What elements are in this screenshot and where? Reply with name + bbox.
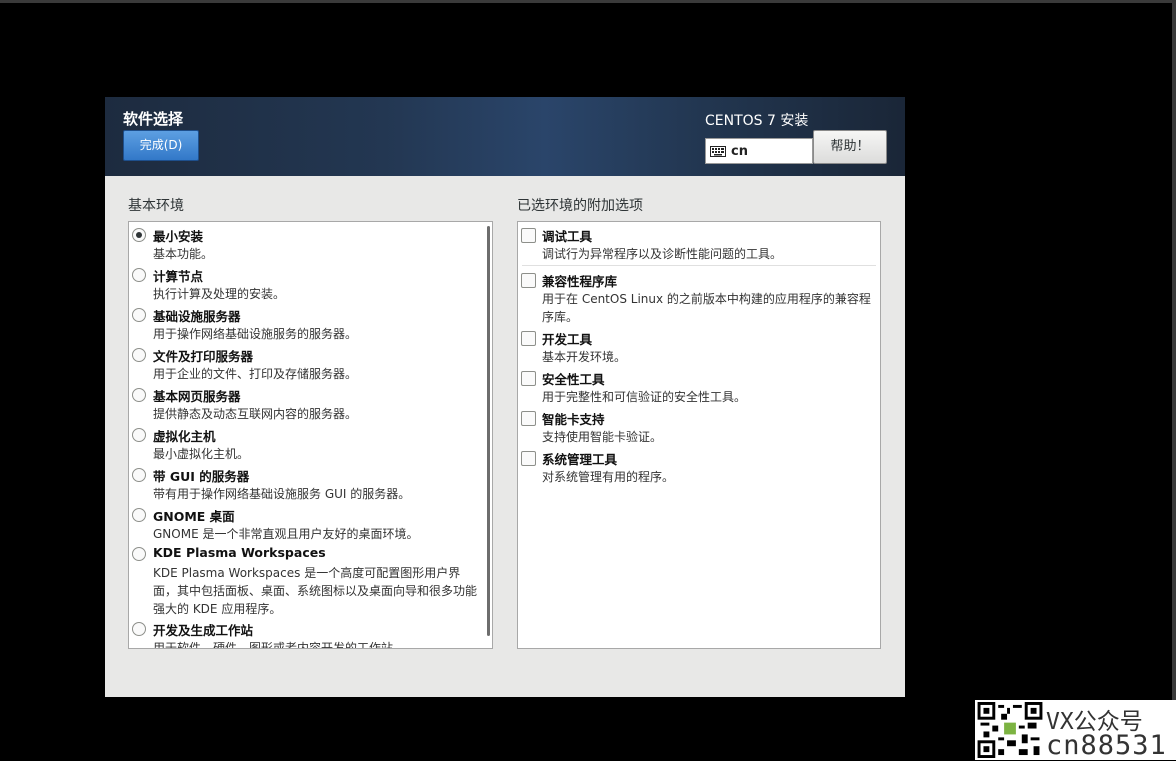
addon-item-name: 智能卡支持 — [542, 412, 605, 427]
screen-border-top — [0, 0, 1176, 3]
software-selection-window: 软件选择 完成(D) CENTOS 7 安装 cn 帮助！ 基本环境 最小安装 … — [105, 97, 905, 697]
addon-item-security-tools[interactable]: 安全性工具 用于完整性和可信验证的安全性工具。 — [518, 369, 878, 409]
addon-item-desc: 基本开发环境。 — [542, 350, 627, 364]
env-item-desc: GNOME 是一个非常直观且用户友好的桌面环境。 — [153, 527, 419, 541]
addon-item-desc: 调试行为异常程序以及诊断性能问题的工具。 — [542, 247, 783, 261]
env-item-desc: 用于软件、硬件、图形或者内容开发的工作站。 — [153, 641, 406, 649]
env-item-name: KDE Plasma Workspaces — [153, 545, 326, 560]
addon-item-compat-libraries[interactable]: 兼容性程序库 用于在 CentOS Linux 的之前版本中构建的应用程序的兼容… — [518, 271, 878, 327]
addon-item-smart-card[interactable]: 智能卡支持 支持使用智能卡验证。 — [518, 409, 878, 449]
radio-button[interactable] — [132, 468, 146, 482]
addon-item-dev-tools[interactable]: 开发工具 基本开发环境。 — [518, 329, 878, 369]
env-item-name: 带 GUI 的服务器 — [153, 469, 250, 484]
addon-item-name: 安全性工具 — [542, 372, 605, 387]
addon-item-desc: 支持使用智能卡验证。 — [542, 430, 663, 444]
env-item-name: 开发及生成工作站 — [153, 623, 254, 638]
env-item-desc: 用于操作网络基础设施服务的服务器。 — [153, 327, 358, 341]
addons-title: 已选环境的附加选项 — [517, 198, 643, 214]
radio-button[interactable] — [132, 348, 146, 362]
radio-button[interactable] — [132, 268, 146, 282]
addon-item-name: 兼容性程序库 — [542, 274, 618, 289]
base-environment-title: 基本环境 — [128, 198, 184, 214]
keyboard-icon — [710, 145, 726, 157]
env-item-web-server[interactable]: 基本网页服务器 提供静态及动态互联网内容的服务器。 — [129, 386, 484, 426]
screen-border-right — [1172, 0, 1176, 700]
help-button[interactable]: 帮助！ — [813, 130, 887, 164]
env-item-name: 文件及打印服务器 — [153, 349, 254, 364]
radio-button[interactable] — [132, 308, 146, 322]
env-item-desc: KDE Plasma Workspaces 是一个高度可配置图形用户界面，其中包… — [153, 566, 478, 616]
header-bar: 软件选择 完成(D) CENTOS 7 安装 cn 帮助！ — [105, 97, 905, 176]
env-item-name: 虚拟化主机 — [153, 429, 216, 444]
watermark-line2: cn88531 — [1046, 730, 1167, 761]
env-item-desc: 最小虚拟化主机。 — [153, 447, 250, 461]
env-item-file-print-server[interactable]: 文件及打印服务器 用于企业的文件、打印及存储服务器。 — [129, 346, 484, 386]
qr-code-icon — [977, 702, 1043, 758]
keyboard-layout-indicator[interactable]: cn — [705, 138, 813, 164]
env-item-desc: 执行计算及处理的安装。 — [153, 287, 286, 301]
checkbox[interactable] — [521, 273, 536, 288]
env-item-virtualization-host[interactable]: 虚拟化主机 最小虚拟化主机。 — [129, 426, 484, 466]
env-item-name: 最小安装 — [153, 229, 204, 244]
checkbox[interactable] — [521, 371, 536, 386]
env-item-desc: 基本功能。 — [153, 247, 214, 261]
addon-item-desc: 用于在 CentOS Linux 的之前版本中构建的应用程序的兼容程序库。 — [542, 292, 871, 324]
checkbox[interactable] — [521, 331, 536, 346]
addon-item-name: 调试工具 — [542, 229, 593, 244]
env-item-name: 计算节点 — [153, 269, 204, 284]
env-item-dev-workstation[interactable]: 开发及生成工作站 用于软件、硬件、图形或者内容开发的工作站。 — [129, 620, 484, 649]
radio-button[interactable] — [132, 428, 146, 442]
addon-item-desc: 用于完整性和可信验证的安全性工具。 — [542, 390, 747, 404]
env-item-minimal[interactable]: 最小安装 基本功能。 — [129, 226, 484, 266]
checkbox[interactable] — [521, 228, 536, 243]
env-item-desc: 用于企业的文件、打印及存储服务器。 — [153, 367, 358, 381]
watermark: VX公众号 cn88531 — [975, 700, 1176, 761]
product-title: CENTOS 7 安装 — [705, 113, 809, 129]
checkbox[interactable] — [521, 411, 536, 426]
addon-item-name: 开发工具 — [542, 332, 593, 347]
env-item-name: 基础设施服务器 — [153, 309, 241, 324]
env-item-desc: 带有用于操作网络基础设施服务 GUI 的服务器。 — [153, 487, 411, 501]
scrollbar[interactable] — [487, 226, 490, 636]
env-item-name: 基本网页服务器 — [153, 389, 241, 404]
addon-item-debug-tools[interactable]: 调试工具 调试行为异常程序以及诊断性能问题的工具。 — [518, 226, 878, 266]
env-item-compute-node[interactable]: 计算节点 执行计算及处理的安装。 — [129, 266, 484, 306]
env-item-gnome-desktop[interactable]: GNOME 桌面 GNOME 是一个非常直观且用户友好的桌面环境。 — [129, 506, 484, 546]
radio-button[interactable] — [132, 547, 146, 561]
radio-button[interactable] — [132, 622, 146, 636]
keyboard-layout-label: cn — [731, 143, 748, 159]
checkbox[interactable] — [521, 451, 536, 466]
radio-button-selected[interactable] — [132, 228, 146, 242]
addon-item-sysadmin-tools[interactable]: 系统管理工具 对系统管理有用的程序。 — [518, 449, 878, 489]
base-environment-list: 最小安装 基本功能。 计算节点 执行计算及处理的安装。 基础设施服务器 用于操作… — [128, 221, 493, 649]
addons-list: 调试工具 调试行为异常程序以及诊断性能问题的工具。 兼容性程序库 用于在 Cen… — [517, 221, 881, 649]
addon-item-name: 系统管理工具 — [542, 452, 618, 467]
addon-item-desc: 对系统管理有用的程序。 — [542, 470, 675, 484]
env-item-desc: 提供静态及动态互联网内容的服务器。 — [153, 407, 358, 421]
radio-button[interactable] — [132, 388, 146, 402]
radio-button[interactable] — [132, 508, 146, 522]
env-item-server-with-gui[interactable]: 带 GUI 的服务器 带有用于操作网络基础设施服务 GUI 的服务器。 — [129, 466, 484, 506]
page-title: 软件选择 — [123, 110, 184, 128]
done-button[interactable]: 完成(D) — [123, 130, 199, 161]
env-item-name: GNOME 桌面 — [153, 509, 235, 524]
env-item-kde-plasma[interactable]: KDE Plasma Workspaces KDE Plasma Workspa… — [129, 545, 484, 621]
separator — [522, 265, 876, 266]
env-item-infrastructure-server[interactable]: 基础设施服务器 用于操作网络基础设施服务的服务器。 — [129, 306, 484, 346]
